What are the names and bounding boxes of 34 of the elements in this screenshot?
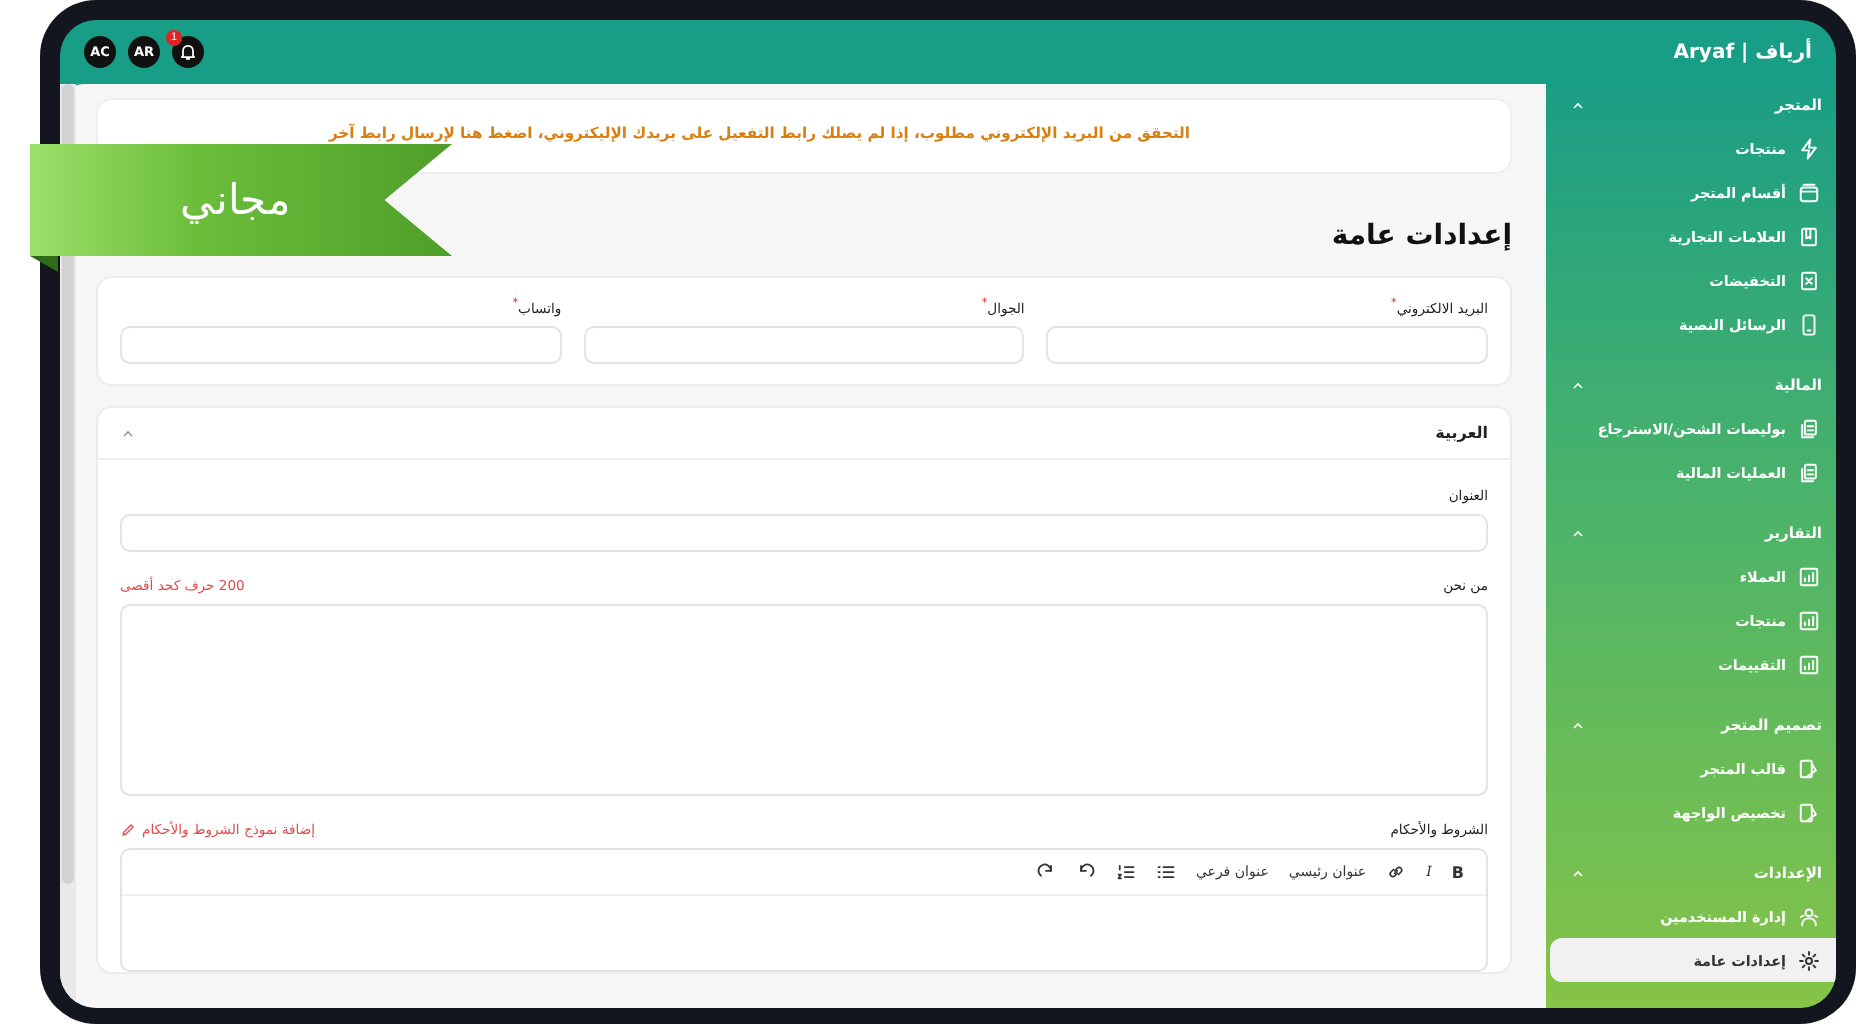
chart-icon [1798,653,1820,675]
chevron-up-icon[interactable] [1570,865,1586,881]
bullet-list-icon [1155,862,1176,883]
design-icon [1798,801,1820,823]
phone-icon [1798,313,1820,335]
chevron-up-icon[interactable] [1570,377,1586,393]
chevron-up-icon[interactable] [1570,97,1586,113]
input-field[interactable] [119,326,562,365]
users-icon [1798,905,1820,927]
book-icon [1798,225,1820,247]
chevron-up-icon[interactable] [120,425,136,442]
free-ribbon: مجاني [30,144,452,256]
discount-icon [1798,269,1820,291]
pencil-icon [120,822,136,839]
input-field[interactable] [583,326,1025,365]
section-title: العربية [1435,424,1488,443]
link-icon [1386,862,1407,883]
textarea-field[interactable] [120,604,1488,797]
chart-icon [1798,609,1820,631]
chevron-up-icon[interactable] [1570,525,1586,541]
box-icon [1798,181,1820,203]
input-field[interactable] [1046,326,1488,365]
page-title: إعدادات عامة [1329,219,1512,252]
documents-icon [1798,461,1820,483]
toolbar-button[interactable]: B [1445,859,1470,886]
chart-icon [1798,565,1820,587]
lightning-icon [1798,137,1820,159]
chevron-up-icon[interactable] [1570,717,1586,733]
logo-text[interactable]: أرياف | Aryaf [1673,41,1812,63]
design-icon [1798,757,1820,779]
numbered-list-icon [1115,862,1136,883]
input-field[interactable] [120,514,1488,553]
documents-icon [1798,417,1820,439]
bell-icon [178,42,198,62]
